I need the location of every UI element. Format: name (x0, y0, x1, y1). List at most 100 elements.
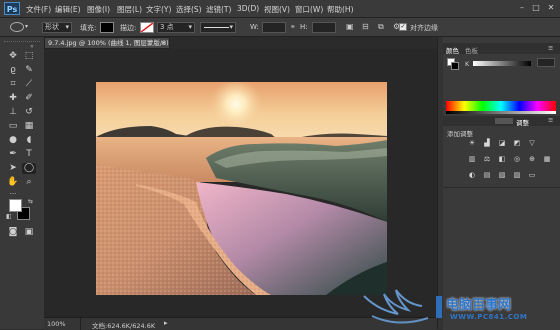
maximize-button[interactable]: □ (530, 3, 542, 13)
fill-swatch[interactable] (100, 22, 114, 33)
k-value-input[interactable] (537, 58, 555, 67)
screen-mode-icon[interactable]: ▣ (22, 227, 36, 238)
stroke-type-chevron-icon: ▾ (229, 23, 233, 31)
close-window-button[interactable]: ✕ (545, 3, 557, 13)
width-label: W: (250, 23, 259, 31)
menu-file[interactable]: 文件(F) (26, 4, 51, 15)
color-spectrum-ramp[interactable] (446, 101, 556, 111)
black-white-icon[interactable]: ◧ (497, 155, 507, 164)
color-panel-menu-icon[interactable]: ≡ (548, 44, 553, 52)
tab-color[interactable]: 颜色 (446, 45, 459, 55)
document-tab[interactable]: 9.7.4.jpg @ 100% (曲线 1, 图层蒙版/8) * × (44, 37, 170, 49)
tools-panel: « ✥ ⬚ ϱ ✎ ⌗ ⟋ ✚ ✐ ⊥ ↺ ▭ ▦ ● ◖ ✒ T ➤ ◯ ✋ … (0, 37, 45, 329)
path-operations-icon[interactable]: ▣ (346, 22, 354, 31)
menu-help[interactable]: 帮助(H) (327, 4, 354, 15)
posterize-icon[interactable]: ▤ (482, 171, 492, 180)
link-icon[interactable]: ⚭ (290, 23, 296, 31)
swap-colors-icon[interactable]: ⇆ (28, 198, 33, 205)
menu-type[interactable]: 文字(Y) (146, 4, 171, 15)
brush-tool-icon[interactable]: ✐ (22, 93, 36, 104)
crop-tool-icon[interactable]: ⌗ (6, 79, 20, 90)
menu-edit[interactable]: 编辑(E) (55, 4, 81, 15)
hand-tool-icon[interactable]: ✋ (6, 177, 20, 188)
grayscale-ramp[interactable] (446, 111, 556, 114)
invert-icon[interactable]: ◐ (467, 171, 477, 180)
adjustments-panel-menu-icon[interactable]: ≡ (548, 116, 553, 124)
menu-view[interactable]: 视图(V) (264, 4, 290, 15)
toolbar-grip (4, 41, 40, 45)
hue-saturation-icon[interactable]: ▥ (467, 155, 477, 164)
menu-3d[interactable]: 3D(D) (237, 4, 259, 13)
preset-chevron-down-icon[interactable]: ▾ (25, 23, 28, 30)
channel-mixer-icon[interactable]: ⊕ (527, 155, 537, 164)
stroke-line-preview (204, 27, 229, 28)
exposure-icon[interactable]: ◩ (512, 139, 522, 148)
right-panels: 颜色 色板 ≡ K 调整 ≡ 添加调整 ☀ ▟ ◪ ◩ ▽ ▥ ⚖ ◧ ◎ ⊕ … (443, 37, 560, 330)
inactive-tab[interactable] (495, 118, 513, 124)
path-arrangement-icon[interactable]: ⧉ (378, 22, 384, 32)
foreground-color-swatch[interactable] (9, 199, 22, 212)
selective-color-icon[interactable]: ▨ (512, 171, 522, 180)
zoom-tool-icon[interactable]: ⌕ (22, 177, 36, 188)
stroke-type-select[interactable]: ▾ (200, 22, 236, 33)
ellipse-tool-preset-icon[interactable] (10, 22, 24, 32)
options-bar: ▾ 形状 ▾ 填充: 描边: 3 点 ▾ ▾ W: ⚭ H: ▣ ⊟ ⧉ ⚙ ✓ 对… (0, 18, 560, 37)
close-tab-icon[interactable]: × (161, 38, 166, 48)
marquee-tool-icon[interactable]: ⬚ (22, 51, 36, 62)
menu-image[interactable]: 图像(I) (87, 4, 110, 15)
path-alignment-icon[interactable]: ⊟ (362, 22, 369, 31)
width-input[interactable] (262, 22, 286, 33)
shape-mode-chevron-icon: ▾ (65, 23, 69, 31)
brightness-contrast-icon[interactable]: ☀ (467, 139, 477, 148)
site-watermark: 电脑百事网 WWW.PC841.COM (358, 288, 560, 329)
blur-tool-icon[interactable]: ● (6, 135, 20, 146)
gradient-map-icon[interactable]: ▭ (527, 171, 537, 180)
height-input[interactable] (312, 22, 336, 33)
menu-window[interactable]: 窗口(W) (295, 4, 323, 15)
photo-filter-icon[interactable]: ◎ (512, 155, 522, 164)
quick-select-tool-icon[interactable]: ✎ (22, 65, 36, 76)
vibrance-icon[interactable]: ▽ (527, 139, 537, 148)
eraser-tool-icon[interactable]: ▭ (6, 121, 20, 132)
pen-tool-icon[interactable]: ✒ (6, 149, 20, 160)
history-brush-tool-icon[interactable]: ↺ (22, 107, 36, 118)
type-tool-icon[interactable]: T (22, 149, 36, 160)
collapse-arrows-icon[interactable]: « (30, 43, 34, 50)
tab-swatches[interactable]: 色板 (465, 45, 478, 55)
document-image[interactable] (96, 82, 387, 295)
clone-stamp-tool-icon[interactable]: ⊥ (6, 107, 20, 118)
color-lookup-icon[interactable]: ▦ (542, 155, 552, 164)
watermark-site-name: 电脑百事网 (446, 298, 512, 313)
zoom-level[interactable]: 100% (47, 320, 66, 328)
status-divider (80, 318, 81, 330)
shape-mode-select[interactable]: 形状 ▾ (42, 22, 72, 33)
no-color-slash-icon (141, 23, 153, 32)
status-menu-arrow-icon[interactable]: ▸ (164, 319, 168, 327)
ellipse-tool-icon[interactable]: ◯ (22, 163, 36, 174)
threshold-icon[interactable]: ▧ (497, 171, 507, 180)
align-edges-checkbox[interactable]: ✓ (399, 23, 407, 31)
menu-filter[interactable]: 滤镜(T) (206, 4, 231, 15)
color-balance-icon[interactable]: ⚖ (482, 155, 492, 164)
stroke-width-input[interactable]: 3 点 ▾ (157, 22, 195, 33)
color-bg-swatch[interactable] (451, 62, 459, 70)
dodge-tool-icon[interactable]: ◖ (22, 135, 36, 146)
move-tool-icon[interactable]: ✥ (6, 51, 20, 62)
quick-mask-icon[interactable]: ◙ (6, 227, 20, 238)
path-selection-tool-icon[interactable]: ➤ (6, 163, 20, 174)
curves-icon[interactable]: ◪ (497, 139, 507, 148)
stroke-swatch[interactable] (140, 22, 154, 33)
tab-adjustments[interactable]: 调整 (516, 117, 529, 127)
gradient-tool-icon[interactable]: ▦ (22, 121, 36, 132)
default-colors-icon[interactable]: ◧ (6, 213, 12, 220)
healing-brush-tool-icon[interactable]: ✚ (6, 93, 20, 104)
menu-layer[interactable]: 图层(L) (117, 4, 142, 15)
minimize-button[interactable]: – (516, 3, 528, 13)
k-slider[interactable] (473, 61, 531, 66)
menu-select[interactable]: 选择(S) (176, 4, 202, 15)
eyedropper-tool-icon[interactable]: ⟋ (22, 79, 36, 90)
adjustments-panel-tabs: 调整 ≡ (443, 116, 560, 127)
levels-icon[interactable]: ▟ (482, 139, 492, 148)
lasso-tool-icon[interactable]: ϱ (6, 65, 20, 76)
stroke-label: 描边: (120, 24, 137, 32)
